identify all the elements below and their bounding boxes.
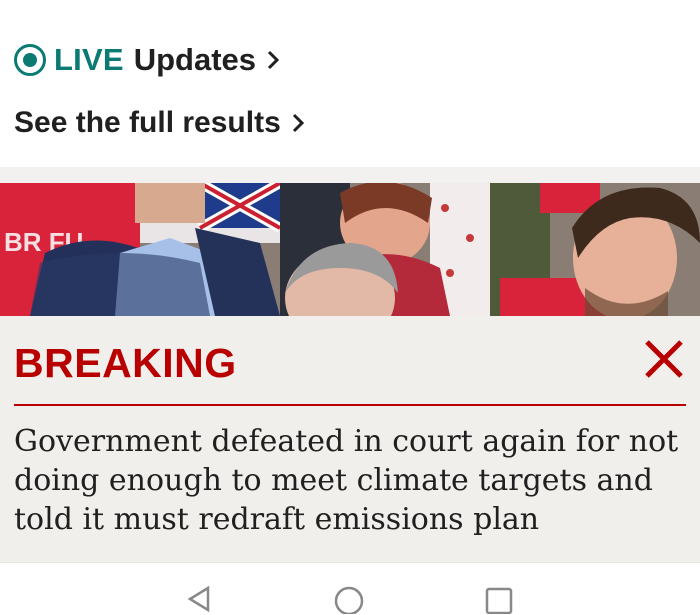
updates-label: Updates xyxy=(133,42,257,77)
chevron-right-icon xyxy=(267,50,280,70)
see-full-results-label: See the full results xyxy=(14,106,281,139)
live-dot-icon xyxy=(14,44,46,76)
section-divider xyxy=(0,167,700,183)
news-photo[interactable]: BR FU xyxy=(0,183,700,316)
live-label: LIVE xyxy=(54,42,124,77)
back-triangle-icon[interactable] xyxy=(184,584,214,614)
live-updates-link[interactable]: LIVE Updates xyxy=(14,40,280,80)
close-icon[interactable] xyxy=(641,336,687,382)
breaking-headline-link[interactable]: Government defeated in court again for n… xyxy=(14,422,690,539)
see-full-results-link[interactable]: See the full results xyxy=(14,103,305,143)
chevron-right-icon xyxy=(292,113,304,133)
recents-square-icon[interactable] xyxy=(484,584,514,614)
breaking-divider xyxy=(14,404,686,406)
home-circle-icon[interactable] xyxy=(333,584,365,614)
breaking-title: BREAKING xyxy=(14,340,237,386)
